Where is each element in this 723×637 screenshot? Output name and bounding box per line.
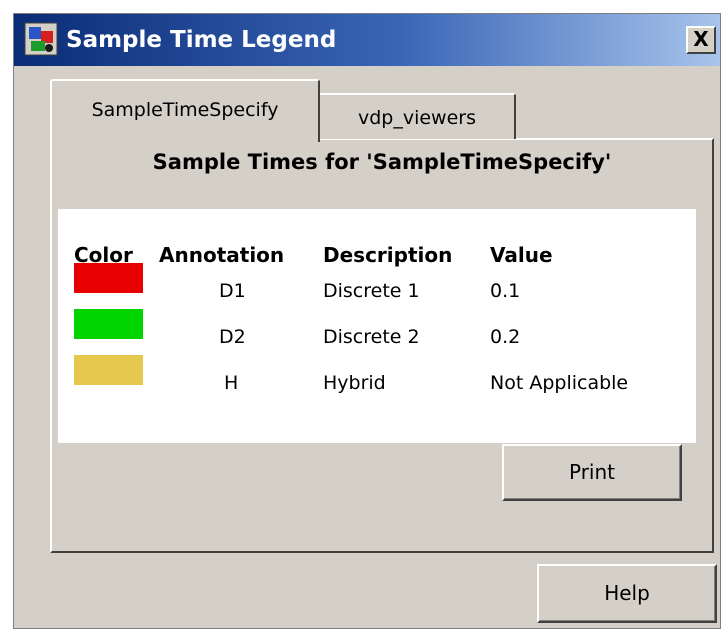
value-h: Not Applicable bbox=[490, 372, 629, 394]
description-d2: Discrete 2 bbox=[323, 326, 420, 348]
print-button[interactable]: Print bbox=[502, 444, 682, 501]
description-h: Hybrid bbox=[323, 372, 386, 394]
tab-label: vdp_viewers bbox=[357, 107, 477, 129]
annotation-h: H bbox=[224, 372, 239, 394]
tab-label: SampleTimeSpecify bbox=[91, 99, 279, 121]
column-header-value: Value bbox=[490, 243, 553, 267]
color-swatch-d1 bbox=[74, 263, 143, 293]
tab-vdp-viewers[interactable]: vdp_viewers bbox=[320, 93, 516, 139]
tab-sampletimespecify[interactable]: SampleTimeSpecify bbox=[50, 79, 320, 142]
window-title: Sample Time Legend bbox=[66, 27, 337, 53]
help-button[interactable]: Help bbox=[537, 564, 717, 623]
description-d1: Discrete 1 bbox=[323, 280, 420, 302]
annotation-d2: D2 bbox=[219, 326, 246, 348]
simulink-model-icon bbox=[24, 22, 58, 56]
sample-time-legend-window: Sample Time Legend X SampleTimeSpecify v… bbox=[13, 13, 721, 629]
column-header-description: Description bbox=[323, 243, 453, 267]
panel-heading: Sample Times for 'SampleTimeSpecify' bbox=[152, 150, 612, 174]
close-button[interactable]: X bbox=[686, 26, 716, 54]
value-d2: 0.2 bbox=[490, 326, 521, 348]
close-icon: X bbox=[693, 27, 709, 51]
column-header-annotation: Annotation bbox=[159, 243, 285, 267]
color-swatch-d2 bbox=[74, 309, 143, 339]
annotation-d1: D1 bbox=[219, 280, 246, 302]
color-swatch-h bbox=[74, 355, 143, 385]
title-bar[interactable]: Sample Time Legend X bbox=[14, 14, 720, 66]
value-d1: 0.1 bbox=[490, 280, 521, 302]
